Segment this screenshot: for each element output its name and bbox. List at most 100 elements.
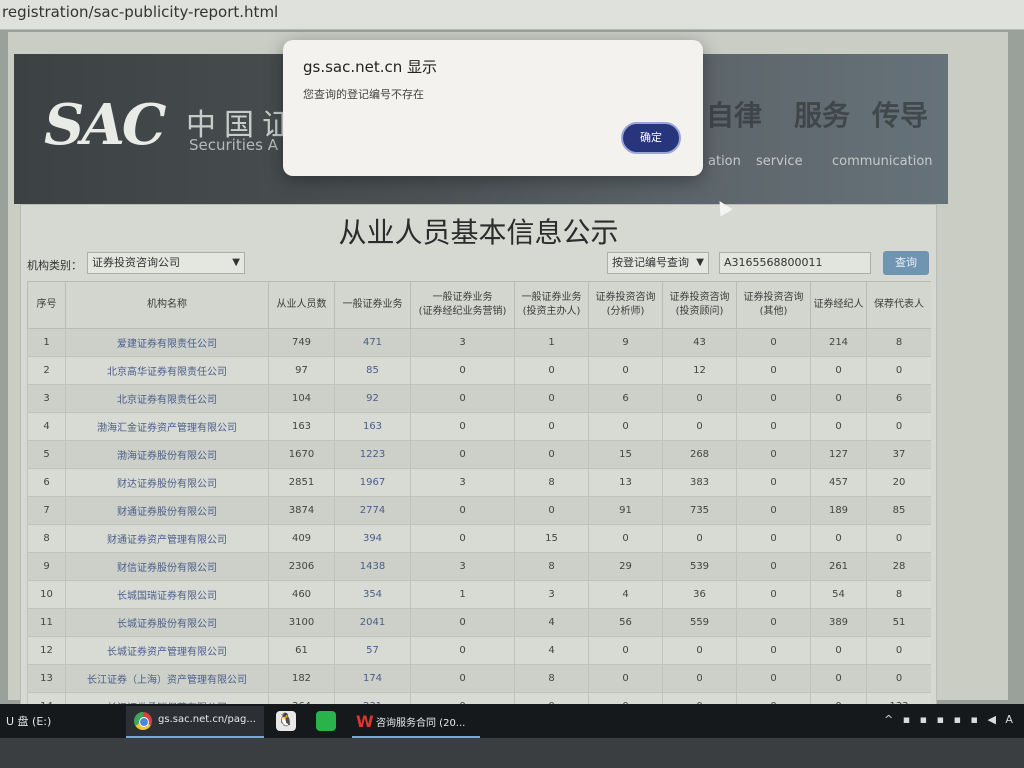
table-row: 10 长城国瑞证券有限公司 460 354 1 3 4 36 0 54 8 — [27, 580, 931, 609]
table-cell: 1967 — [334, 468, 411, 497]
table-cell: 0 — [514, 496, 589, 525]
table-cell: 0 — [410, 524, 515, 553]
organization-link[interactable]: 长城证券资产管理有限公司 — [65, 636, 269, 665]
table-cell: 3100 — [268, 608, 335, 637]
organization-link[interactable]: 北京高华证券有限责任公司 — [65, 356, 269, 385]
table-cell: 15 — [588, 440, 663, 469]
table-cell: 0 — [662, 664, 737, 693]
table-cell: 4 — [514, 608, 589, 637]
chrome-icon — [134, 712, 152, 730]
chevron-down-icon: ▼ — [232, 257, 240, 268]
table-cell: 12 — [662, 356, 737, 385]
alert-title: gs.sac.net.cn 显示 — [303, 58, 438, 76]
slogan-3: 传导 — [872, 99, 929, 132]
column-header: 证券经纪人 — [810, 281, 867, 329]
wechat-icon — [316, 711, 336, 731]
organization-link[interactable]: 长城证券股份有限公司 — [65, 608, 269, 637]
column-header: 证券投资咨询 (分析师) — [588, 281, 663, 329]
table-row: 7 财通证券股份有限公司 3874 2774 0 0 91 735 0 189 85 — [27, 496, 931, 525]
table-cell: 127 — [810, 440, 867, 469]
table-row: 6 财达证券股份有限公司 2851 1967 3 8 13 383 0 457 20 — [27, 468, 931, 497]
organization-link[interactable]: 长江证券（上海）资产管理有限公司 — [65, 664, 269, 693]
table-cell: 0 — [410, 664, 515, 693]
table-cell: 1 — [410, 580, 515, 609]
organization-link[interactable]: 财通证券股份有限公司 — [65, 496, 269, 525]
organization-link[interactable]: 渤海汇金证券资产管理有限公司 — [65, 412, 269, 441]
table-cell: 0 — [736, 468, 811, 497]
category-select[interactable]: 证券投资咨询公司 ▼ — [87, 252, 245, 274]
table-cell: 0 — [410, 412, 515, 441]
column-header: 从业人员数 — [268, 281, 335, 329]
table-cell: 0 — [588, 412, 663, 441]
alert-dialog: gs.sac.net.cn 显示 您查询的登记编号不存在 确定 — [283, 40, 703, 176]
usb-drive-item[interactable]: U 盘 (E:) — [6, 713, 51, 729]
table-cell: 4 — [588, 580, 663, 609]
organization-link[interactable]: 财通证券资产管理有限公司 — [65, 524, 269, 553]
organization-link[interactable]: 财信证券股份有限公司 — [65, 552, 269, 581]
table-cell: 174 — [334, 664, 411, 693]
category-value: 证券投资咨询公司 — [92, 256, 180, 269]
organization-link[interactable]: 长城国瑞证券有限公司 — [65, 580, 269, 609]
table-cell: 1438 — [334, 552, 411, 581]
table-cell: 460 — [268, 580, 335, 609]
table-cell: 0 — [736, 356, 811, 385]
table-cell: 457 — [810, 468, 867, 497]
table-cell: 0 — [736, 580, 811, 609]
table-row: 5 渤海证券股份有限公司 1670 1223 0 0 15 268 0 127 37 — [27, 440, 931, 469]
organization-link[interactable]: 渤海证券股份有限公司 — [65, 440, 269, 469]
table-cell: 1223 — [334, 440, 411, 469]
table-cell: 3 — [27, 384, 66, 413]
taskbar-chrome[interactable]: gs.sac.net.cn/pag... — [126, 706, 264, 738]
monitor-bezel — [0, 738, 1024, 768]
table-cell: 2 — [27, 356, 66, 385]
taskbar-wps-label: 咨询服务合同 (20... — [376, 718, 466, 729]
table-cell: 7 — [27, 496, 66, 525]
table-cell: 13 — [588, 468, 663, 497]
chevron-down-icon: ▼ — [696, 257, 704, 268]
table-cell: 0 — [410, 636, 515, 665]
table-cell: 0 — [410, 440, 515, 469]
query-button[interactable]: 查询 — [883, 251, 929, 275]
taskbar-wps[interactable]: W 咨询服务合同 (20... — [352, 706, 480, 738]
slogan-2: 服务 — [794, 99, 851, 132]
page-title: 从业人员基本信息公示 — [338, 216, 619, 249]
table-cell: 8 — [866, 580, 931, 609]
table-cell: 9 — [588, 328, 663, 357]
system-tray[interactable]: ^ ▪ ▪ ▪ ▪ ▪ ◀ A — [884, 713, 1016, 726]
table-cell: 0 — [514, 384, 589, 413]
table-cell: 2041 — [334, 608, 411, 637]
table-cell: 268 — [662, 440, 737, 469]
organization-link[interactable]: 爱建证券有限责任公司 — [65, 328, 269, 357]
table-cell: 0 — [588, 636, 663, 665]
table-cell: 6 — [866, 384, 931, 413]
organization-link[interactable]: 北京证券有限责任公司 — [65, 384, 269, 413]
table-cell: 0 — [410, 356, 515, 385]
taskbar-qq[interactable]: 🐧 — [272, 706, 300, 736]
table-row: 1 爱建证券有限责任公司 749 471 3 1 9 43 0 214 8 — [27, 328, 931, 357]
table-row: 9 财信证券股份有限公司 2306 1438 3 8 29 539 0 261 28 — [27, 552, 931, 581]
registration-number-input[interactable]: A3165568800011 — [719, 252, 871, 274]
address-bar[interactable]: registration/sac-publicity-report.html — [0, 0, 1024, 30]
table-cell: 0 — [810, 664, 867, 693]
table-cell: 5 — [27, 440, 66, 469]
column-header: 一般证券业务 — [334, 281, 411, 329]
table-cell: 749 — [268, 328, 335, 357]
table-cell: 6 — [27, 468, 66, 497]
table-row: 12 长城证券资产管理有限公司 61 57 0 4 0 0 0 0 0 — [27, 636, 931, 665]
table-cell: 1670 — [268, 440, 335, 469]
wps-icon: W — [356, 712, 374, 731]
table-cell: 0 — [736, 608, 811, 637]
table-cell: 394 — [334, 524, 411, 553]
query-type-select[interactable]: 按登记编号查询 ▼ — [607, 252, 709, 274]
alert-ok-button[interactable]: 确定 — [621, 122, 681, 154]
table-cell: 0 — [736, 552, 811, 581]
table-cell: 3 — [514, 580, 589, 609]
column-header: 证券投资咨询 (其他) — [736, 281, 811, 329]
table-cell: 56 — [588, 608, 663, 637]
table-cell: 104 — [268, 384, 335, 413]
table-cell: 51 — [866, 608, 931, 637]
taskbar-wechat[interactable] — [312, 706, 340, 736]
organization-link[interactable]: 财达证券股份有限公司 — [65, 468, 269, 497]
table-cell: 8 — [514, 552, 589, 581]
table-cell: 15 — [514, 524, 589, 553]
